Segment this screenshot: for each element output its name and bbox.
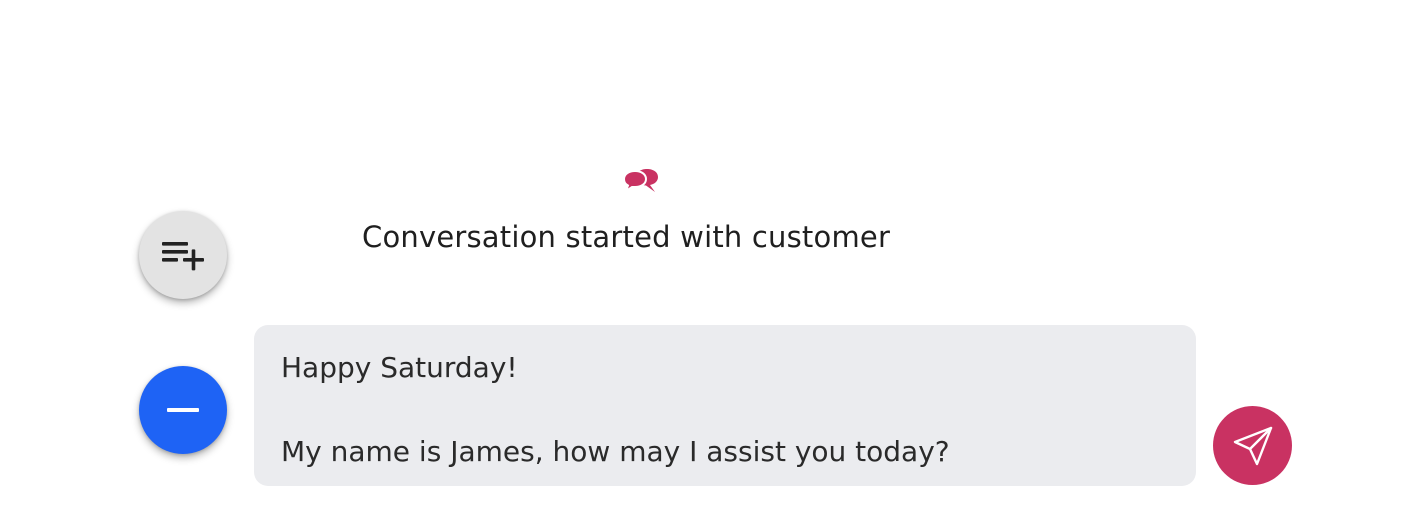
chat-bubbles-icon bbox=[622, 169, 658, 194]
message-line-greeting: Happy Saturday! bbox=[281, 351, 518, 384]
minus-icon bbox=[167, 408, 199, 412]
collapse-button[interactable] bbox=[139, 366, 227, 454]
message-line-intro: My name is James, how may I assist you t… bbox=[281, 435, 950, 468]
playlist-add-icon bbox=[162, 242, 204, 271]
message-input[interactable]: Happy Saturday! My name is James, how ma… bbox=[254, 325, 1196, 486]
conversation-header-title: Conversation started with customer bbox=[362, 220, 891, 254]
send-icon bbox=[1233, 426, 1272, 465]
add-to-list-button[interactable] bbox=[139, 211, 227, 299]
send-button[interactable] bbox=[1213, 406, 1292, 485]
